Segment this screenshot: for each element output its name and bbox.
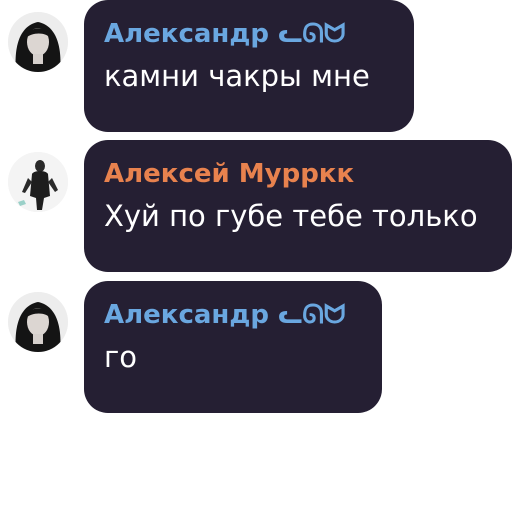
sender-name[interactable]: Алексей Мурркк [104, 158, 492, 190]
avatar[interactable] [8, 292, 68, 352]
avatar[interactable] [8, 152, 68, 212]
message-text: го [104, 340, 137, 374]
girl-dark-hair-avatar-icon [8, 12, 68, 72]
sender-name[interactable]: Александр ᓚᘏᗢ [104, 18, 394, 50]
message-text: Хуй по губе тебе только [104, 199, 478, 233]
message-text: камни чакры мне [104, 59, 370, 93]
message-bubble[interactable]: Александр ᓚᘏᗢ камни чакры мне [84, 0, 414, 132]
message-bubble[interactable]: Алексей Мурркк Хуй по губе тебе только [84, 140, 512, 272]
dark-figure-avatar-icon [8, 152, 68, 212]
message-bubble[interactable]: Александр ᓚᘏᗢ го [84, 281, 382, 413]
avatar[interactable] [8, 12, 68, 72]
sender-name[interactable]: Александр ᓚᘏᗢ [104, 299, 362, 331]
girl-dark-hair-avatar-icon [8, 292, 68, 352]
